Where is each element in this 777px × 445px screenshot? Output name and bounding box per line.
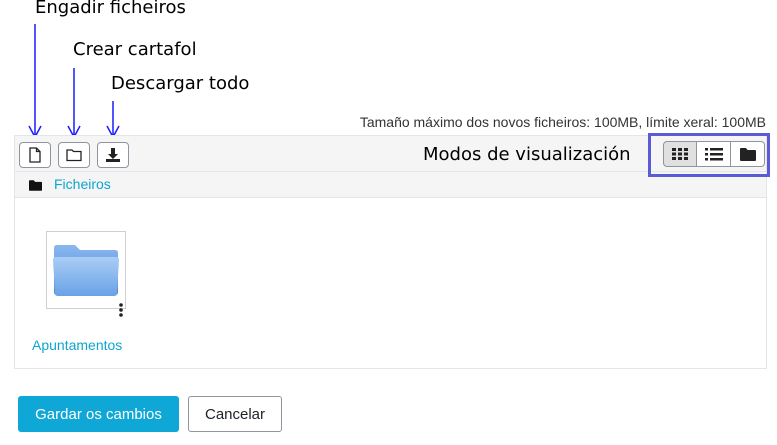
breadcrumb-root-link[interactable]: Ficheiros: [54, 176, 111, 192]
file-name-link[interactable]: Apuntamentos: [32, 337, 122, 353]
annotation-create-folder: Crear cartafol: [73, 39, 197, 60]
view-modes-highlight: [648, 133, 770, 177]
cancel-button[interactable]: Cancelar: [188, 396, 282, 432]
kebab-menu-icon[interactable]: [118, 302, 124, 318]
download-icon: [106, 148, 120, 162]
create-folder-button[interactable]: [58, 142, 90, 168]
folder-thumbnail[interactable]: [46, 231, 126, 309]
folder-icon: [29, 180, 42, 191]
annotation-download-all: Descargar todo: [111, 73, 250, 94]
download-all-button[interactable]: [97, 142, 129, 168]
file-icon: [29, 147, 41, 163]
save-changes-button[interactable]: Gardar os cambios: [18, 396, 179, 432]
annotation-add-files: Engadir ficheiros: [35, 0, 186, 18]
folder-icon: [53, 245, 119, 296]
folder-outline-icon: [66, 149, 82, 162]
annotation-view-modes: Modos de visualización: [423, 144, 631, 165]
add-file-button[interactable]: [19, 142, 51, 168]
max-file-size-info: Tamaño máximo dos novos ficheiros: 100MB…: [359, 114, 766, 130]
